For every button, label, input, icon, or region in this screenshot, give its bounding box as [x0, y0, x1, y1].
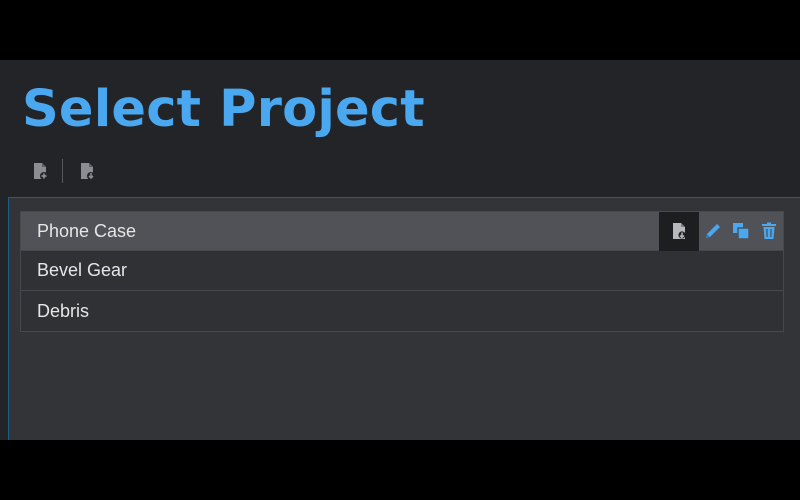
list-item[interactable]: Bevel Gear — [21, 251, 783, 291]
project-name: Bevel Gear — [37, 260, 128, 280]
edit-button[interactable] — [699, 212, 727, 251]
delete-button[interactable] — [755, 212, 783, 251]
new-project-icon — [34, 163, 48, 180]
edit-icon — [706, 224, 720, 238]
row-actions — [659, 211, 783, 251]
new-project-button[interactable] — [28, 159, 52, 183]
project-name: Debris — [37, 300, 90, 321]
import-project-icon — [81, 163, 95, 180]
open-project-button[interactable] — [659, 211, 699, 251]
project-list: Phone Case Bevel Gear Debris — [20, 211, 784, 332]
open-icon — [673, 223, 686, 239]
toolbar — [28, 156, 99, 186]
toolbar-divider — [62, 159, 63, 183]
list-item[interactable]: Phone Case — [21, 211, 783, 251]
page-title: Select Project — [22, 80, 425, 139]
duplicate-button[interactable] — [727, 212, 755, 251]
project-name: Phone Case — [37, 220, 137, 241]
delete-icon — [762, 222, 776, 239]
duplicate-icon — [733, 223, 750, 240]
import-project-button[interactable] — [75, 159, 99, 183]
list-item[interactable]: Debris — [21, 291, 783, 331]
